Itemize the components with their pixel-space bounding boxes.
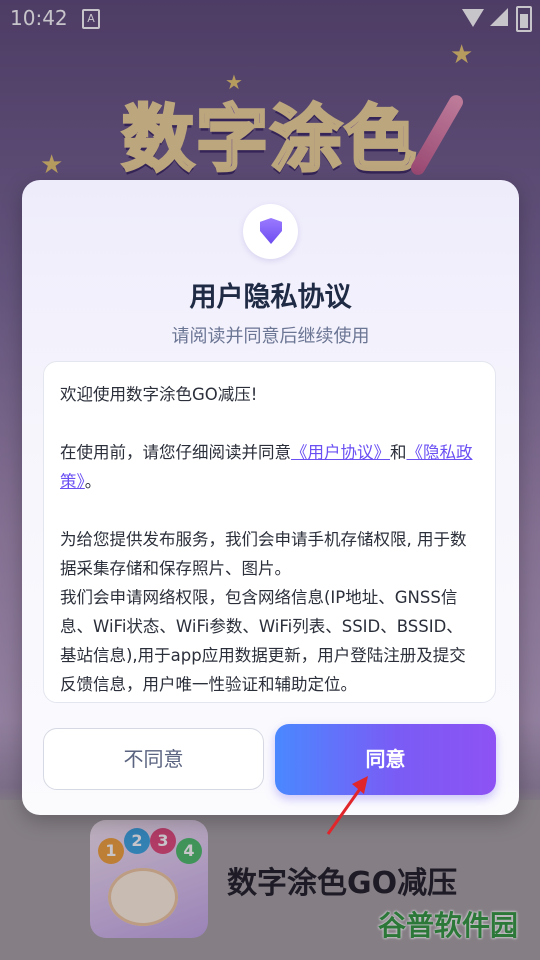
agreement-content[interactable]: 欢迎使用数字涂色GO减压! 在使用前，请您仔细阅读并同意《用户协议》和《隐私政策…: [43, 361, 496, 703]
privacy-dialog: 用户隐私协议 请阅读并同意后继续使用 欢迎使用数字涂色GO减压! 在使用前，请您…: [22, 180, 519, 815]
user-agreement-link[interactable]: 《用户协议》: [291, 443, 390, 462]
pointer-arrow-icon: [326, 776, 368, 835]
intro-prefix: 在使用前，请您仔细阅读并同意: [60, 443, 291, 462]
disagree-button[interactable]: 不同意: [43, 728, 264, 790]
agree-button[interactable]: 同意: [275, 724, 496, 795]
intro-suffix: 。: [84, 472, 102, 491]
intro-text: 在使用前，请您仔细阅读并同意《用户协议》和《隐私政策》。: [60, 438, 479, 496]
network-permission-text: 我们会申请网络权限，包含网络信息(IP地址、GNSS信息、WiFi状态、WiFi…: [60, 588, 466, 694]
welcome-text: 欢迎使用数字涂色GO减压!: [60, 385, 258, 404]
dialog-subtitle: 请阅读并同意后继续使用: [171, 326, 370, 347]
shield-icon: [260, 218, 282, 244]
and-text: 和: [390, 443, 407, 462]
storage-permission-text: 为给您提供发布服务，我们会申请手机存储权限, 用于数据采集存储和保存照片、图片。: [60, 530, 467, 578]
dialog-title: 用户隐私协议: [189, 282, 352, 313]
shield-icon-badge: [243, 204, 298, 259]
